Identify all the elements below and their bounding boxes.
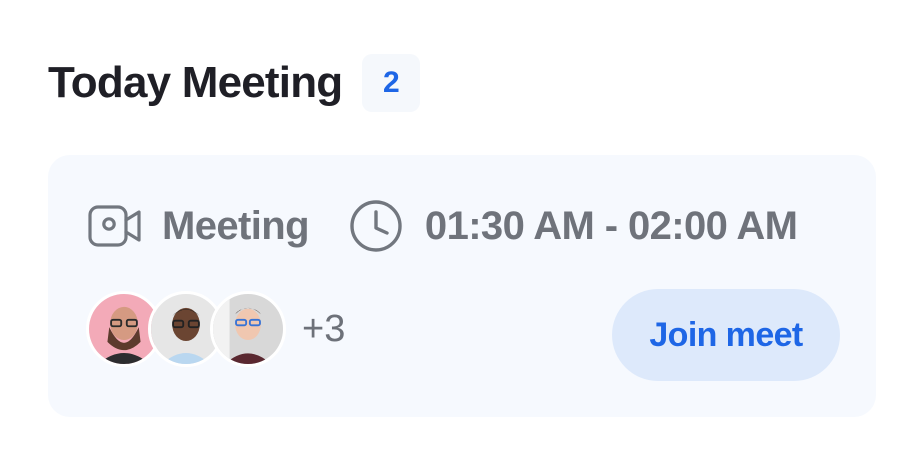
meeting-type-label: Meeting [162,204,310,248]
page-title: Today Meeting [48,58,343,107]
clock-icon [349,199,403,253]
meeting-time: 01:30 AM - 02:00 AM [349,199,798,253]
join-meet-button[interactable]: Join meet [612,289,840,381]
meeting-header: Today Meeting 2 [48,54,421,112]
participants-row: +3 [86,291,345,367]
meeting-time-range: 01:30 AM - 02:00 AM [424,204,798,248]
extra-participant-count: +3 [302,308,346,350]
meeting-details: Meeting 01:30 AM - 02:00 AM [88,199,798,253]
meeting-card: Meeting 01:30 AM - 02:00 AM +3 Join meet [48,155,876,417]
participant-avatars [86,291,286,367]
meeting-type: Meeting [88,203,310,249]
meeting-count-badge: 2 [362,54,421,112]
participant-avatar [210,291,286,367]
video-camera-icon [88,203,142,249]
